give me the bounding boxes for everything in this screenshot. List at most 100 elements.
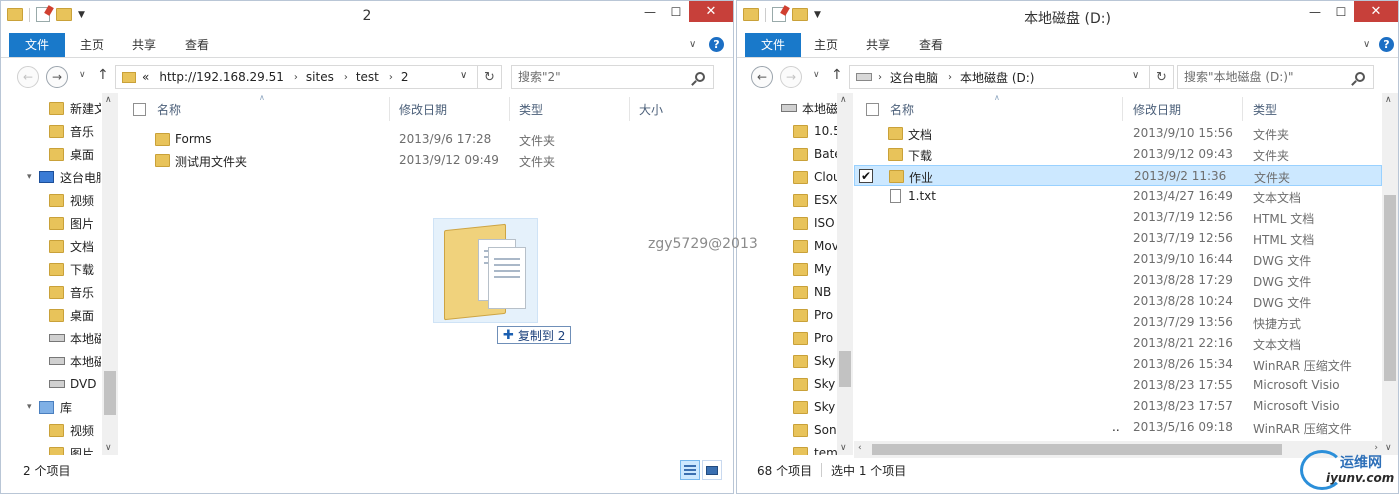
breadcrumb-separator-icon[interactable]: ›: [344, 72, 348, 83]
file-row[interactable]: ✔ 作业 2013/9/2 11:36 文件夹: [854, 165, 1382, 186]
refresh-button[interactable]: ↻: [1149, 66, 1173, 88]
column-size[interactable]: 大小: [639, 101, 663, 118]
tab-home[interactable]: 主页: [77, 33, 107, 57]
nav-item-folder[interactable]: ISO: [793, 212, 835, 234]
nav-item-folder[interactable]: My: [793, 258, 831, 280]
nav-item-folder[interactable]: Pro: [793, 327, 833, 349]
file-row[interactable]: Forms 2013/9/6 17:28 文件夹: [119, 129, 715, 150]
file-row[interactable]: 下载 2013/9/12 09:43 文件夹: [854, 144, 1382, 165]
nav-item-folder[interactable]: NB: [793, 281, 831, 303]
file-row[interactable]: 2013/8/23 17:57 Microsoft Visio: [854, 396, 1382, 417]
tab-share[interactable]: 共享: [863, 33, 893, 57]
scroll-up-icon[interactable]: ∧: [840, 95, 847, 105]
scrollbar-thumb[interactable]: [104, 371, 116, 415]
column-type[interactable]: 类型: [519, 101, 543, 118]
nav-item-folder[interactable]: ESX: [793, 189, 837, 211]
nav-item-folder[interactable]: Clou: [793, 166, 837, 188]
column-name[interactable]: 名称: [890, 101, 914, 118]
address-dropdown-icon[interactable]: ∨: [1132, 70, 1139, 81]
nav-item-folder[interactable]: Sky: [793, 350, 835, 372]
minimize-button[interactable]: —: [637, 1, 663, 22]
breadcrumb-current[interactable]: 2: [401, 70, 409, 84]
nav-item-documents[interactable]: 文档: [49, 235, 94, 257]
nav-item-dvd[interactable]: DVD: [49, 373, 96, 395]
breadcrumb-current[interactable]: 本地磁盘 (D:): [960, 69, 1034, 86]
row-checkbox[interactable]: ✔: [859, 169, 873, 183]
nav-item-libraries[interactable]: ▾ 库: [27, 396, 72, 418]
file-row[interactable]: 1.txt 2013/4/27 16:49 文本文档: [854, 186, 1382, 207]
help-icon[interactable]: ?: [1379, 37, 1394, 52]
scroll-down-icon[interactable]: ∨: [105, 443, 112, 453]
ribbon-expand-icon[interactable]: ∨: [689, 39, 696, 50]
nav-item-desktop-2[interactable]: 桌面: [49, 304, 94, 326]
breadcrumb-host[interactable]: http://192.168.29.51: [159, 70, 284, 84]
close-button[interactable]: ✕: [689, 1, 733, 22]
up-button[interactable]: ↑: [831, 67, 843, 83]
tab-share[interactable]: 共享: [129, 33, 159, 57]
nav-item-local-disk-c[interactable]: 本地磁: [49, 327, 101, 349]
nav-item-folder[interactable]: Son: [793, 419, 837, 441]
breadcrumb-separator-icon[interactable]: ›: [948, 72, 952, 83]
nav-item-folder[interactable]: Mov: [793, 235, 837, 257]
file-row[interactable]: 2013/8/26 15:34 WinRAR 压缩文件: [854, 354, 1382, 375]
scrollbar-thumb[interactable]: [839, 351, 851, 387]
tab-file[interactable]: 文件: [9, 33, 65, 57]
file-list-scrollbar[interactable]: ∧ ∨: [1382, 93, 1398, 455]
ribbon-expand-icon[interactable]: ∨: [1363, 39, 1370, 50]
breadcrumb-test[interactable]: test: [356, 70, 379, 84]
back-button[interactable]: ←: [17, 66, 39, 88]
scrollbar-thumb[interactable]: [1384, 195, 1396, 381]
help-icon[interactable]: ?: [709, 37, 724, 52]
nav-item-folder[interactable]: 10.5: [793, 120, 837, 142]
file-row[interactable]: 2013/7/29 13:56 快捷方式: [854, 312, 1382, 333]
up-button[interactable]: ↑: [97, 67, 109, 83]
divider[interactable]: [629, 97, 630, 121]
forward-button[interactable]: →: [46, 66, 68, 88]
divider[interactable]: [1242, 97, 1243, 121]
nav-item-folder[interactable]: Sky: [793, 396, 835, 418]
file-row[interactable]: 文档 2013/9/10 15:56 文件夹: [854, 123, 1382, 144]
breadcrumb-this-pc[interactable]: 这台电脑: [890, 69, 938, 86]
column-name[interactable]: 名称: [157, 101, 181, 118]
tab-view[interactable]: 查看: [182, 33, 212, 57]
tab-file[interactable]: 文件: [745, 33, 801, 57]
nav-item-folder[interactable]: Pro: [793, 304, 833, 326]
nav-item-folder[interactable]: tem: [793, 442, 837, 455]
nav-item-this-pc[interactable]: ▾ 这台电脑: [27, 166, 101, 188]
maximize-button[interactable]: ☐: [663, 1, 689, 22]
minimize-button[interactable]: —: [1302, 1, 1328, 22]
breadcrumb-separator-icon[interactable]: ›: [389, 72, 393, 83]
refresh-button[interactable]: ↻: [477, 66, 501, 88]
file-row[interactable]: 2013/8/23 17:55 Microsoft Visio: [854, 375, 1382, 396]
file-row[interactable]: .. 2013/5/16 09:18 WinRAR 压缩文件: [854, 417, 1382, 438]
nav-item-videos[interactable]: 视频: [49, 189, 94, 211]
large-icons-view-button[interactable]: [702, 460, 722, 480]
scroll-up-icon[interactable]: ∧: [105, 95, 112, 105]
recent-locations-icon[interactable]: ∨: [813, 70, 820, 80]
file-row[interactable]: 2013/7/19 12:56 HTML 文档: [854, 207, 1382, 228]
nav-item-downloads[interactable]: 下载: [49, 258, 94, 280]
nav-item-lib-pictures[interactable]: 图片: [49, 442, 94, 455]
divider[interactable]: [389, 97, 390, 121]
file-row[interactable]: 2013/8/28 10:24 DWG 文件: [854, 291, 1382, 312]
maximize-button[interactable]: ☐: [1328, 1, 1354, 22]
nav-scrollbar[interactable]: ∧ ∨: [102, 93, 118, 455]
divider[interactable]: [1122, 97, 1123, 121]
nav-item-new-folder[interactable]: 新建文: [49, 97, 101, 119]
search-input[interactable]: 搜索"本地磁盘 (D:)": [1177, 65, 1374, 89]
nav-scrollbar[interactable]: ∧ ∨: [837, 93, 853, 455]
breadcrumb-separator-icon[interactable]: ›: [294, 72, 298, 83]
close-button[interactable]: ✕: [1354, 1, 1398, 22]
column-type[interactable]: 类型: [1253, 101, 1277, 118]
file-row[interactable]: 2013/8/28 17:29 DWG 文件: [854, 270, 1382, 291]
column-date[interactable]: 修改日期: [1133, 101, 1181, 118]
nav-item-local-disk-d[interactable]: 本地磁: [49, 350, 101, 372]
nav-item-local-disk-d[interactable]: 本地磁: [781, 97, 837, 119]
nav-item-lib-videos[interactable]: 视频: [49, 419, 94, 441]
nav-item-desktop[interactable]: 桌面: [49, 143, 94, 165]
nav-item-music-2[interactable]: 音乐: [49, 281, 94, 303]
back-button[interactable]: ←: [751, 66, 773, 88]
expand-chevron-icon[interactable]: ▾: [27, 172, 36, 182]
search-icon[interactable]: [1355, 72, 1365, 82]
scroll-down-icon[interactable]: ∨: [840, 443, 847, 453]
